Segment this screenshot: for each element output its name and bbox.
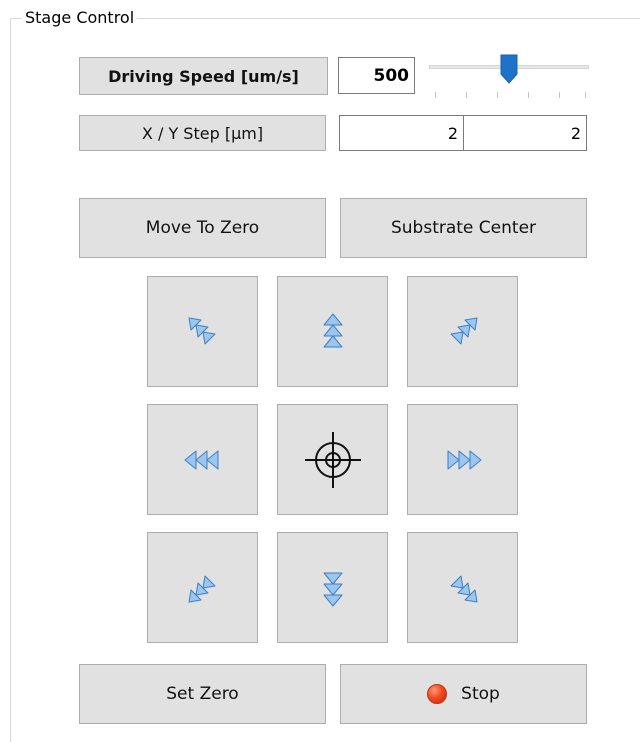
move-down-button[interactable] [277,532,388,643]
stop-label: Stop [461,684,500,704]
move-right-button[interactable] [407,404,518,515]
move-to-zero-button[interactable]: Move To Zero [79,198,326,258]
arrow-left-icon [184,450,218,469]
arrow-right-icon [447,450,481,469]
arrow-down-icon [323,572,342,606]
stop-button[interactable]: Stop [340,664,587,724]
slider-tick [435,92,436,98]
slider-tick [497,92,498,98]
arrow-up-right-icon [450,317,477,344]
driving-speed-field[interactable]: 500 [338,57,415,94]
center-button[interactable] [277,404,388,515]
stop-icon [427,684,448,704]
arrow-down-right-icon [450,575,477,602]
move-left-button[interactable] [147,404,258,515]
move-down-left-button[interactable] [147,532,258,643]
substrate-center-button[interactable]: Substrate Center [340,198,587,258]
x-step-field[interactable]: 2 [339,115,464,151]
set-zero-button[interactable]: Set Zero [79,664,326,724]
speed-slider-thumb[interactable] [500,54,518,84]
group-title: Stage Control [22,8,138,28]
driving-speed-button[interactable]: Driving Speed [um/s] [79,57,328,95]
arrow-down-left-icon [188,575,215,602]
crosshair-icon [304,431,361,488]
move-up-left-button[interactable] [147,276,258,387]
y-step-field[interactable]: 2 [463,115,587,151]
arrow-up-icon [323,313,342,347]
slider-tick [528,92,529,98]
move-up-right-button[interactable] [407,276,518,387]
slider-tick [466,92,467,98]
slider-tick [585,92,586,98]
arrow-up-left-icon [188,317,215,344]
move-up-button[interactable] [277,276,388,387]
xy-step-button[interactable]: X / Y Step [µm] [79,115,326,151]
move-down-right-button[interactable] [407,532,518,643]
slider-tick [559,92,560,98]
